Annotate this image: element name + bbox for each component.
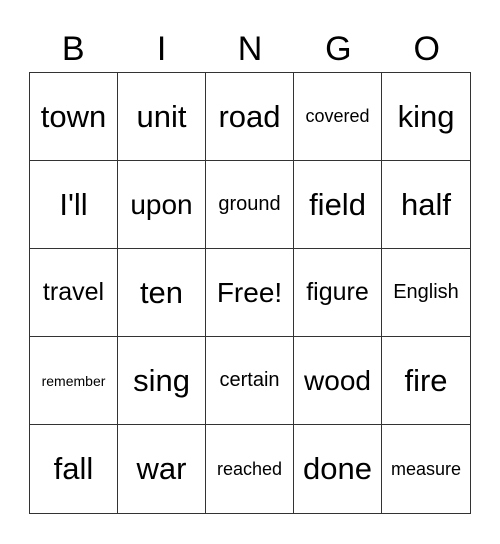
header-letter-n: N [237,30,263,68]
header-letter-g: G [325,30,352,68]
bingo-cell[interactable]: done [294,425,382,513]
bingo-cell[interactable]: unit [118,73,206,161]
bingo-cell[interactable]: wood [294,337,382,425]
bingo-header: B I N G O [29,26,471,72]
bingo-cell[interactable]: ten [118,249,206,337]
bingo-cell[interactable]: field [294,161,382,249]
bingo-cell[interactable]: figure [294,249,382,337]
bingo-cell[interactable]: measure [382,425,470,513]
header-letter-o: O [413,30,440,68]
bingo-cell[interactable]: sing [118,337,206,425]
bingo-cell[interactable]: town [30,73,118,161]
bingo-grid: town unit road covered king I'll upon gr… [29,72,471,514]
bingo-cell[interactable]: reached [206,425,294,513]
bingo-cell[interactable]: fire [382,337,470,425]
bingo-cell[interactable]: certain [206,337,294,425]
bingo-cell-free[interactable]: Free! [206,249,294,337]
bingo-cell[interactable]: king [382,73,470,161]
header-letter-i: I [156,30,167,68]
bingo-cell[interactable]: ground [206,161,294,249]
bingo-cell[interactable]: road [206,73,294,161]
bingo-cell[interactable]: English [382,249,470,337]
bingo-cell[interactable]: half [382,161,470,249]
bingo-cell[interactable]: travel [30,249,118,337]
bingo-cell[interactable]: upon [118,161,206,249]
bingo-cell[interactable]: war [118,425,206,513]
header-letter-b: B [61,30,85,68]
bingo-cell[interactable]: fall [30,425,118,513]
bingo-cell[interactable]: I'll [30,161,118,249]
bingo-cell[interactable]: covered [294,73,382,161]
bingo-cell[interactable]: remember [30,337,118,425]
